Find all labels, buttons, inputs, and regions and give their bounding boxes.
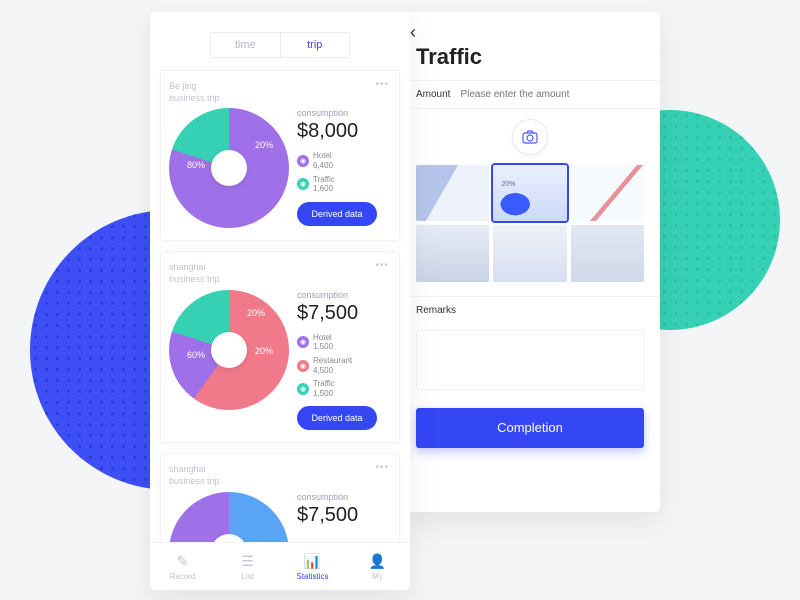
legend-text: Traffic1,500 <box>313 379 335 398</box>
consumption-value: $7,500 <box>297 302 391 325</box>
donut-chart: 80% 20% <box>169 108 289 228</box>
slice-percent-label: 20% <box>255 140 273 150</box>
remarks-input[interactable] <box>416 330 644 390</box>
slice-percent-label: 60% <box>187 350 205 360</box>
amount-label: Amount <box>416 89 450 100</box>
nav-label: Record <box>170 572 196 581</box>
slice-percent-label: 20% <box>255 346 273 356</box>
page-title: Traffic <box>416 44 660 70</box>
nav-label: List <box>241 572 253 581</box>
legend-item: ◉ Hotel1,500 <box>297 333 391 352</box>
legend-text: Traffic1,600 <box>313 175 335 194</box>
card-menu-icon[interactable]: ••• <box>375 462 389 473</box>
consumption-label: consumption <box>297 290 391 300</box>
statistics-icon: 📊 <box>304 553 321 570</box>
consumption-value: $7,500 <box>297 504 391 527</box>
card-list: ••• Be jingbusiness trip 80% 20% consumpt… <box>150 70 410 542</box>
completion-button[interactable]: Completion <box>416 408 644 448</box>
legend-text: Restaurant4,500 <box>313 356 352 375</box>
photo-grid: 20% <box>400 165 660 292</box>
legend-dot: ◉ <box>297 155 309 167</box>
donut-chart <box>169 492 289 542</box>
trip-card: ••• Be jingbusiness trip 80% 20% consumpt… <box>160 70 400 241</box>
trip-name: shanghaibusiness trip <box>169 262 391 285</box>
segmented-control: time trip <box>210 32 350 58</box>
thumb-percent-label: 20% <box>501 181 515 188</box>
trip-card: ••• shanghaibusiness trip 60% 20% 20% cons… <box>160 251 400 443</box>
photo-thumb-4[interactable] <box>416 225 489 281</box>
legend-item: ◉ Traffic1,600 <box>297 175 391 194</box>
camera-icon[interactable] <box>512 119 548 155</box>
trip-name: shanghaibusiness trip <box>169 464 391 487</box>
legend-item: ◉ Restaurant4,500 <box>297 356 391 375</box>
traffic-screen: ‹ Traffic Amount 20% Remarks Completion <box>400 12 660 512</box>
tab-time[interactable]: time <box>211 33 280 57</box>
amount-row: Amount <box>400 80 660 108</box>
nav-item-record[interactable]: ✎ Record <box>150 543 215 590</box>
photo-thumb-1[interactable] <box>416 165 489 221</box>
tab-trip[interactable]: trip <box>280 33 350 57</box>
nav-item-my[interactable]: 👤 My <box>345 543 410 590</box>
amount-input[interactable] <box>460 89 644 100</box>
legend-text: Hotel1,500 <box>313 333 333 352</box>
legend-dot: ◉ <box>297 383 309 395</box>
donut-hole <box>211 332 247 368</box>
trip-name: Be jingbusiness trip <box>169 81 391 104</box>
slice-percent-label: 80% <box>187 160 205 170</box>
camera-row <box>400 108 660 165</box>
nav-item-list[interactable]: ☰ List <box>215 543 280 590</box>
card-menu-icon[interactable]: ••• <box>375 260 389 271</box>
legend-item: ◉ Traffic1,500 <box>297 379 391 398</box>
slice-percent-label: 20% <box>247 308 265 318</box>
nav-item-statistics[interactable]: 📊 Statistics <box>280 543 345 590</box>
list-icon: ☰ <box>241 553 254 570</box>
back-icon[interactable]: ‹ <box>410 22 416 43</box>
record-icon: ✎ <box>177 553 189 570</box>
consumption-label: consumption <box>297 108 391 118</box>
card-menu-icon[interactable]: ••• <box>375 79 389 90</box>
consumption-value: $8,000 <box>297 120 391 143</box>
donut-chart: 60% 20% 20% <box>169 290 289 410</box>
remarks-label: Remarks <box>400 296 660 324</box>
legend-dot: ◉ <box>297 336 309 348</box>
trip-card: ••• shanghaibusiness trip consumption $7… <box>160 453 400 542</box>
nav-label: My <box>372 572 383 581</box>
legend-dot: ◉ <box>297 178 309 190</box>
statistics-screen: time trip ••• Be jingbusiness trip 80% 20… <box>150 12 410 590</box>
legend: ◉ Hotel1,500 ◉ Restaurant4,500 ◉ Traffic… <box>297 333 391 399</box>
derived-data-button[interactable]: Derived data <box>297 202 377 226</box>
photo-thumb-3[interactable] <box>571 165 644 221</box>
legend-dot: ◉ <box>297 360 309 372</box>
nav-label: Statistics <box>296 572 328 581</box>
photo-thumb-2[interactable]: 20% <box>493 165 566 221</box>
legend-item: ◉ Hotel6,400 <box>297 151 391 170</box>
legend-text: Hotel6,400 <box>313 151 333 170</box>
legend: ◉ Hotel6,400 ◉ Traffic1,600 <box>297 151 391 193</box>
bottom-nav: ✎ Record☰ List📊 Statistics👤 My <box>150 542 410 590</box>
photo-thumb-5[interactable] <box>493 225 566 281</box>
my-icon: 👤 <box>369 553 386 570</box>
photo-thumb-6[interactable] <box>571 225 644 281</box>
consumption-label: consumption <box>297 492 391 502</box>
derived-data-button[interactable]: Derived data <box>297 406 377 430</box>
